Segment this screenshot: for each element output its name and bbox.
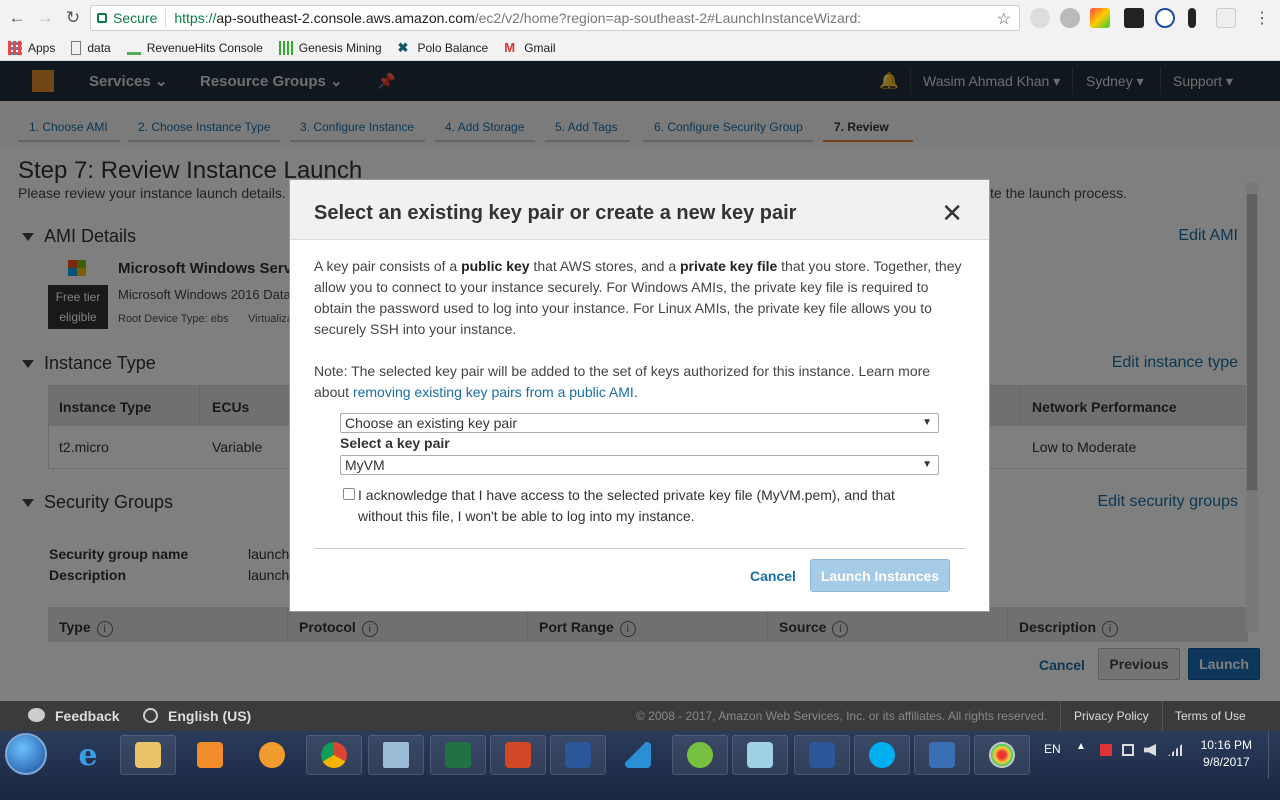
folder-icon xyxy=(135,742,161,768)
address-bar[interactable]: Secure https://ap-southeast-2.console.aw… xyxy=(90,5,1020,31)
taskbar-skype[interactable] xyxy=(854,735,910,775)
url-text: https://ap-southeast-2.console.aws.amazo… xyxy=(174,10,862,26)
select-key-pair-label: Select a key pair xyxy=(340,435,450,451)
microphone-icon[interactable] xyxy=(1188,8,1196,28)
bookmark-gmail[interactable]: M Gmail xyxy=(504,40,555,56)
taskbar-powerpoint[interactable] xyxy=(490,735,546,775)
acknowledge-text: I acknowledge that I have access to the … xyxy=(358,487,895,524)
taskbar-media[interactable] xyxy=(182,735,238,775)
clock[interactable]: 10:16 PM 9/8/2017 xyxy=(1201,737,1252,771)
copyright-text: © 2008 - 2017, Amazon Web Services, Inc.… xyxy=(636,709,1048,723)
glass-app-icon xyxy=(747,742,773,768)
feedback-link[interactable]: Feedback xyxy=(55,708,120,724)
play-icon[interactable] xyxy=(1155,8,1175,28)
secure-indicator[interactable]: Secure xyxy=(91,9,167,27)
windows-taskbar: e EN ▲ 10:16 PM 9/8/2017 xyxy=(0,731,1280,800)
removing-key-pairs-link[interactable]: removing existing key pairs from a publi… xyxy=(353,384,634,400)
taskbar-ie[interactable]: e xyxy=(62,735,114,775)
key-pair-action-select[interactable]: Choose an existing key pair ▼ xyxy=(340,413,939,433)
aws-footer: Feedback English (US) © 2008 - 2017, Ama… xyxy=(0,701,1280,731)
taskbar-excel[interactable] xyxy=(430,735,486,775)
remote-desktop-icon xyxy=(929,742,955,768)
dialog-cancel-button[interactable]: Cancel xyxy=(750,568,796,584)
language-indicator[interactable]: EN xyxy=(1044,742,1061,756)
language-selector[interactable]: English (US) xyxy=(168,708,251,724)
skype-icon xyxy=(869,742,895,768)
extension-icon-3[interactable] xyxy=(1090,8,1110,28)
forward-arrow-icon[interactable]: → xyxy=(31,4,59,32)
taskbar-calculator[interactable] xyxy=(368,735,424,775)
bookmark-apps[interactable]: Apps xyxy=(8,41,55,55)
key-pair-select[interactable]: MyVM ▼ xyxy=(340,455,939,475)
globe-icon xyxy=(143,708,158,723)
key-pair-dialog: Select an existing key pair or create a … xyxy=(289,179,990,612)
taskbar-word[interactable] xyxy=(550,735,606,775)
taskbar-uc[interactable] xyxy=(244,735,300,775)
browser-toolbar: ← → ↻ Secure https://ap-southeast-2.cons… xyxy=(0,0,1280,36)
close-icon[interactable]: ✕ xyxy=(941,198,963,229)
taskbar-chrome[interactable] xyxy=(306,735,362,775)
mountain-app-icon xyxy=(625,742,651,768)
bookmarks-bar: Apps data RevenueHits Console Genesis Mi… xyxy=(0,36,1280,61)
launch-instances-button[interactable]: Launch Instances xyxy=(810,559,950,592)
extension-icon-1[interactable] xyxy=(1030,8,1050,28)
polo-icon: ✖ xyxy=(397,40,409,55)
taskbar-word-doc[interactable] xyxy=(794,735,850,775)
uc-browser-icon xyxy=(259,742,285,768)
feedback-bubble-icon xyxy=(28,708,45,722)
taskbar-explorer[interactable] xyxy=(120,735,176,775)
genesis-icon xyxy=(278,41,293,55)
taskbar-remote-desktop[interactable] xyxy=(914,735,970,775)
gmail-icon: M xyxy=(504,40,516,55)
extension-icon-2[interactable] xyxy=(1060,8,1080,28)
back-arrow-icon[interactable]: ← xyxy=(3,4,31,32)
terms-of-use-link[interactable]: Terms of Use xyxy=(1175,709,1246,723)
lock-icon xyxy=(97,13,107,23)
taskbar-app-glass[interactable] xyxy=(732,735,788,775)
signal-icon[interactable] xyxy=(1168,744,1182,756)
dropdown-arrow-icon: ▼ xyxy=(922,417,932,428)
dialog-body: A key pair consists of a public key that… xyxy=(314,256,966,424)
ie-icon: e xyxy=(78,737,98,773)
flag-icon[interactable] xyxy=(1100,744,1112,756)
bookmark-star-icon[interactable]: ☆ xyxy=(997,9,1011,29)
extension-icon-7[interactable] xyxy=(1216,8,1236,28)
system-tray: EN ▲ 10:16 PM 9/8/2017 xyxy=(1030,731,1280,779)
bookmark-revenuehits[interactable]: RevenueHits Console xyxy=(126,41,263,55)
bookmark-polo[interactable]: ✖ Polo Balance xyxy=(397,40,489,56)
media-player-icon xyxy=(197,742,223,768)
extension-icon-4[interactable] xyxy=(1124,8,1144,28)
revenuehits-icon xyxy=(126,41,141,55)
paint-icon xyxy=(989,742,1015,768)
word-document-icon xyxy=(809,742,835,768)
show-desktop-button[interactable] xyxy=(1268,731,1280,779)
windows-start-button[interactable] xyxy=(5,733,47,775)
acknowledge-checkbox[interactable] xyxy=(343,488,355,500)
taskbar-app-mountain[interactable] xyxy=(610,735,666,775)
chrome-icon xyxy=(321,742,347,768)
key-pair-note: Note: The selected key pair will be adde… xyxy=(314,363,931,400)
privacy-policy-link[interactable]: Privacy Policy xyxy=(1074,709,1149,723)
reload-icon[interactable]: ↻ xyxy=(59,4,87,32)
bookmark-genesis[interactable]: Genesis Mining xyxy=(278,41,382,55)
calculator-icon xyxy=(383,742,409,768)
network-icon[interactable] xyxy=(1122,744,1134,756)
powerpoint-icon xyxy=(505,742,531,768)
taskbar-paint[interactable] xyxy=(974,735,1030,775)
bookmark-data[interactable]: data xyxy=(71,41,111,55)
word-icon xyxy=(565,742,591,768)
page-icon xyxy=(71,41,82,55)
apps-grid-icon xyxy=(8,41,22,55)
dialog-title: Select an existing key pair or create a … xyxy=(314,202,797,224)
volume-icon[interactable] xyxy=(1144,744,1156,756)
utorrent-icon xyxy=(687,742,713,768)
taskbar-utorrent[interactable] xyxy=(672,735,728,775)
tray-expand-icon[interactable]: ▲ xyxy=(1076,741,1086,752)
dialog-header: Select an existing key pair or create a … xyxy=(290,180,989,240)
dialog-divider xyxy=(314,548,965,549)
key-pair-explanation: A key pair consists of a public key that… xyxy=(314,258,962,337)
dropdown-arrow-icon: ▼ xyxy=(922,459,932,470)
menu-icon[interactable]: ⋮ xyxy=(1254,8,1270,28)
excel-icon xyxy=(445,742,471,768)
